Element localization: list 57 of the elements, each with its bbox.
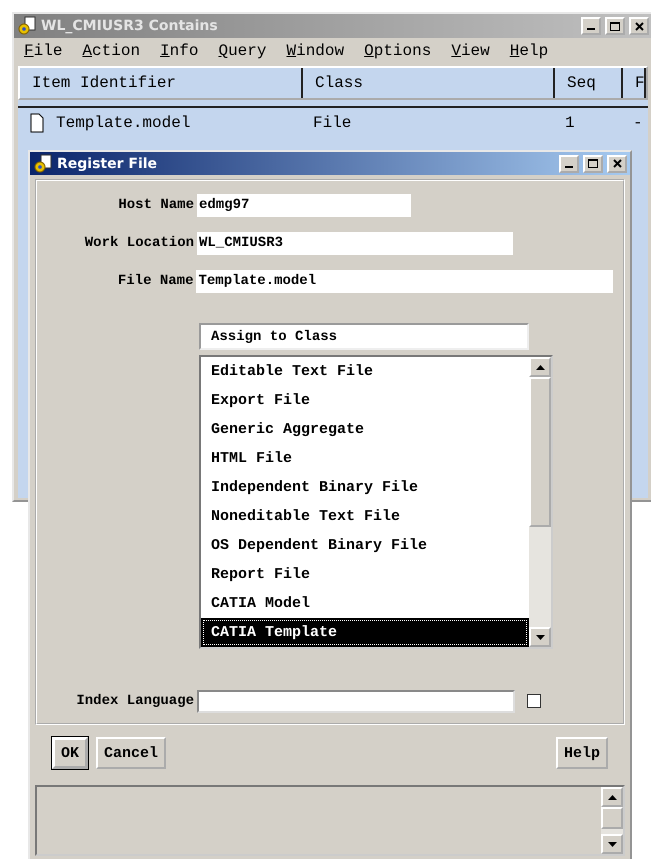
dialog-button[interactable]: Help — [556, 737, 608, 770]
close-button[interactable] — [607, 154, 627, 173]
text-field[interactable]: Template.model — [196, 270, 613, 293]
dialog-button[interactable]: OK — [52, 737, 88, 770]
maximize-icon — [588, 159, 598, 168]
scroll-arrow-icon — [536, 364, 544, 370]
menu-item[interactable]: File — [24, 42, 62, 60]
field-label: Host Name — [117, 197, 195, 214]
minimize-icon — [565, 166, 573, 168]
document-icon — [30, 113, 44, 133]
maximize-button[interactable] — [583, 154, 603, 173]
column-header[interactable]: Item Identifier — [20, 68, 303, 98]
scroll-thumb[interactable] — [601, 807, 623, 830]
scroll-arrow-icon — [608, 842, 616, 846]
table-cell-text: 1 — [564, 113, 576, 134]
dialog-button[interactable]: Cancel — [96, 737, 166, 770]
dialog-title: Register File — [57, 156, 158, 172]
scroll-up-button[interactable] — [529, 357, 551, 378]
gear-document-icon — [17, 16, 37, 36]
menu-item[interactable]: Info — [160, 42, 198, 60]
text-field[interactable] — [197, 690, 515, 713]
menu-item[interactable]: Window — [286, 42, 344, 60]
checkbox[interactable] — [527, 694, 541, 708]
menu-item[interactable]: Action — [82, 42, 140, 60]
scroll-arrow-icon — [536, 634, 544, 640]
minimize-icon — [587, 28, 595, 30]
maximize-button[interactable] — [605, 17, 625, 35]
scroll-down-button[interactable] — [601, 834, 623, 854]
column-header[interactable]: Seq — [555, 68, 623, 98]
scroll-thumb[interactable] — [529, 377, 551, 528]
column-header[interactable]: F — [623, 68, 646, 98]
text-field[interactable]: WL_CMIUSR3 — [197, 232, 513, 255]
minimize-button[interactable] — [581, 17, 601, 35]
field-label: File Name — [116, 273, 194, 290]
maximize-icon — [610, 22, 620, 30]
field-label: Index Language — [75, 693, 195, 710]
menu-item[interactable]: Query — [218, 42, 266, 60]
window-title: WL_CMIUSR3 Contains — [41, 18, 219, 34]
gear-document-icon — [33, 154, 53, 174]
table-cell: Template.model — [18, 108, 301, 138]
list-item[interactable]: CATIA Template — [201, 618, 529, 648]
minimize-button[interactable] — [559, 154, 579, 173]
menu-item[interactable]: Options — [364, 42, 432, 60]
table-cell-text: - — [632, 113, 644, 134]
list-heading: Assign to Class — [199, 323, 529, 350]
text-field[interactable]: edmg97 — [197, 194, 411, 217]
scroll-up-button[interactable] — [601, 787, 623, 808]
menu-item[interactable]: View — [451, 42, 490, 60]
scroll-arrow-icon — [608, 794, 616, 800]
menu-item[interactable]: Help — [510, 42, 548, 60]
column-header[interactable]: Class — [303, 68, 555, 98]
table-cell-text: File — [312, 113, 352, 134]
field-label: Work Location — [84, 235, 195, 252]
close-button[interactable] — [629, 17, 649, 35]
close-icon — [634, 22, 644, 30]
close-icon — [612, 159, 622, 168]
scroll-down-button[interactable] — [529, 627, 551, 648]
